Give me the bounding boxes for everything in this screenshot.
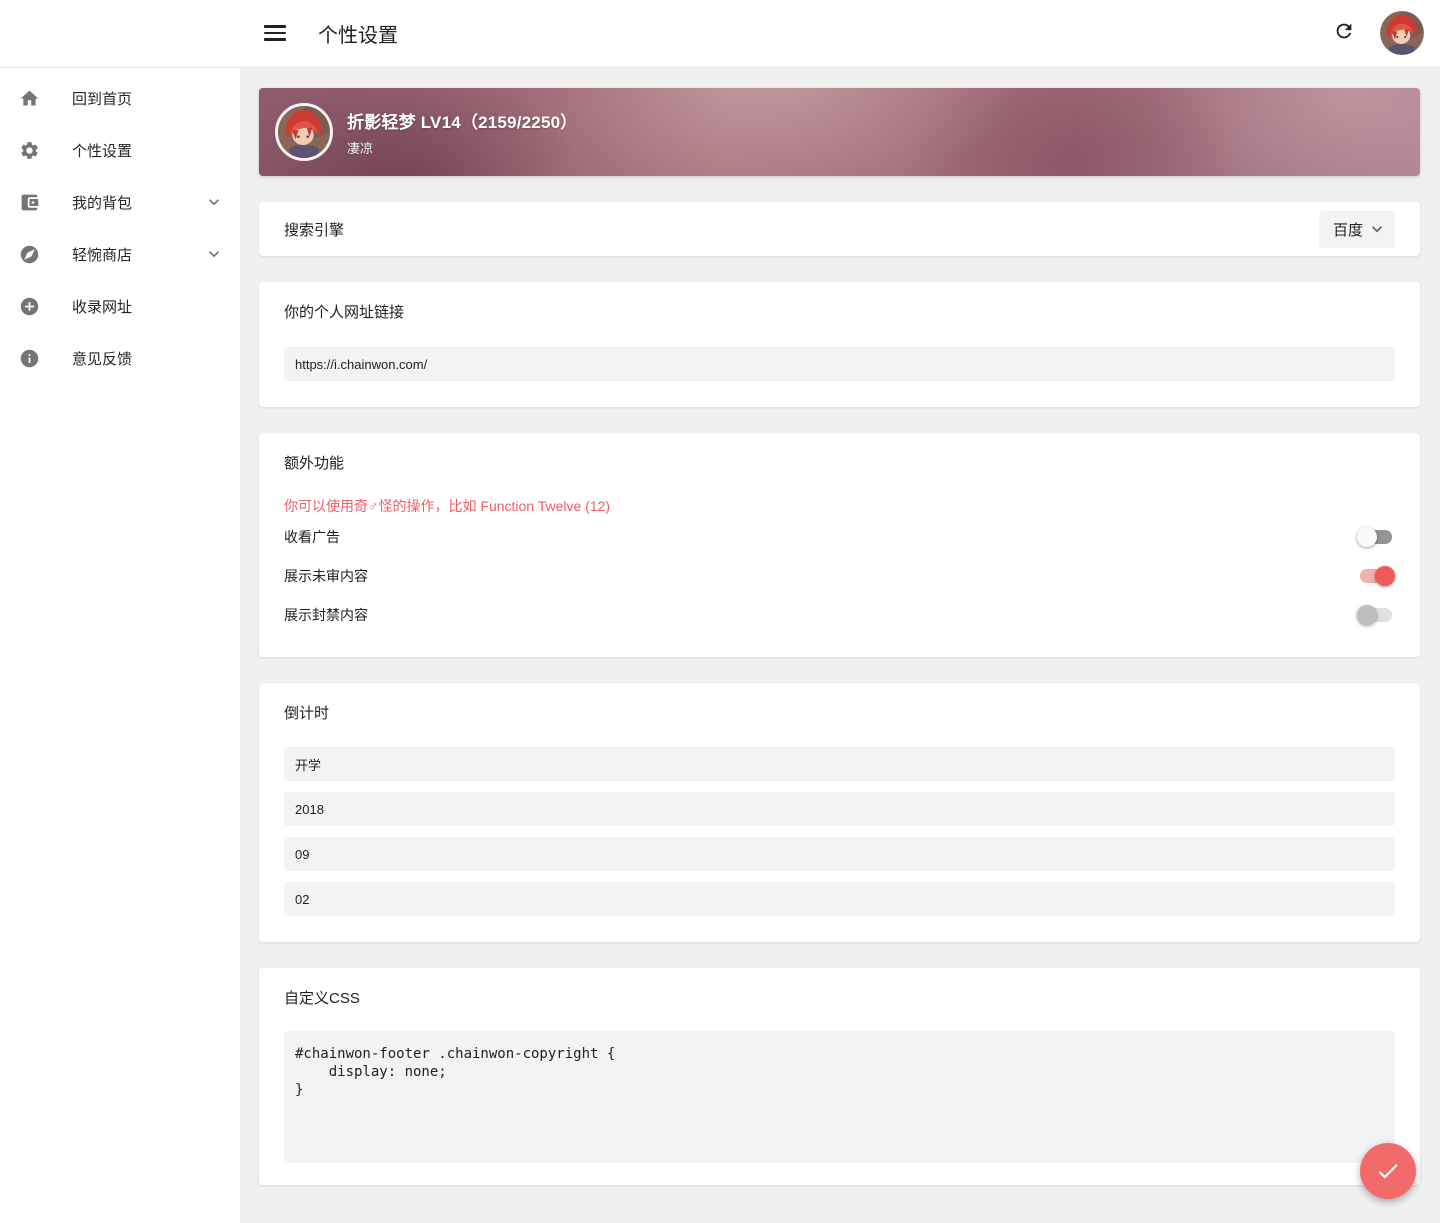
- search-engine-card: 搜索引擎 百度: [259, 202, 1420, 256]
- custom-css-textarea[interactable]: #chainwon-footer .chainwon-copyright { d…: [284, 1031, 1395, 1163]
- sidebar: 回到首页 个性设置 我的背包 轻惋商店 收录网址 意: [0, 67, 240, 1223]
- add-circle-icon: [18, 295, 40, 317]
- home-icon: [18, 87, 40, 109]
- user-avatar[interactable]: [1380, 11, 1424, 55]
- toggle-label: 展示封禁内容: [284, 605, 368, 625]
- countdown-title: 倒计时: [284, 702, 1395, 723]
- profile-name-level: 折影轻梦 LV14（2159/2250）: [347, 108, 577, 133]
- page-title: 个性设置: [318, 19, 1326, 48]
- footer-copyright: Copyright © 2018 轻惋导航. All rights reserv…: [259, 1211, 1420, 1223]
- personal-url-input[interactable]: [284, 347, 1395, 381]
- toggle-label: 展示未审内容: [284, 566, 368, 586]
- sidebar-item-label: 收录网址: [72, 296, 224, 317]
- countdown-name-input[interactable]: [284, 747, 1395, 781]
- save-fab-button[interactable]: [1360, 1143, 1416, 1199]
- check-icon: [1375, 1158, 1401, 1184]
- sidebar-item-home[interactable]: 回到首页: [0, 72, 240, 124]
- toggle-row-unreviewed: 展示未审内容: [284, 558, 1395, 594]
- toggle-show-banned[interactable]: [1357, 605, 1395, 625]
- compass-icon: [18, 243, 40, 265]
- countdown-day-input[interactable]: [284, 882, 1395, 916]
- profile-subtitle: 凄凉: [347, 138, 577, 157]
- custom-css-title: 自定义CSS: [284, 987, 1395, 1008]
- sidebar-item-label: 回到首页: [72, 88, 224, 109]
- toggle-row-ads: 收看广告: [284, 519, 1395, 555]
- sidebar-item-backpack[interactable]: 我的背包: [0, 176, 240, 228]
- sidebar-item-label: 个性设置: [72, 140, 224, 161]
- sidebar-item-label: 轻惋商店: [72, 244, 204, 265]
- sidebar-item-label: 我的背包: [72, 192, 204, 213]
- sidebar-item-store[interactable]: 轻惋商店: [0, 228, 240, 280]
- avatar-image: [1380, 11, 1424, 55]
- app-header: 个性设置: [0, 0, 1440, 66]
- custom-css-card: 自定义CSS #chainwon-footer .chainwon-copyri…: [259, 968, 1420, 1185]
- custom-css-wrap: #chainwon-footer .chainwon-copyright { d…: [284, 1031, 1395, 1163]
- personal-url-label: 你的个人网址链接: [284, 301, 1395, 322]
- search-engine-label: 搜索引擎: [284, 219, 344, 240]
- extra-features-note: 你可以使用奇♂怪的操作，比如 Function Twelve (12): [284, 496, 1395, 516]
- search-engine-select[interactable]: 百度: [1319, 211, 1395, 248]
- refresh-button[interactable]: [1326, 15, 1362, 51]
- main-content: 折影轻梦 LV14（2159/2250） 凄凉 搜索引擎 百度 你的个人网址链接…: [240, 66, 1440, 1223]
- personal-url-card: 你的个人网址链接: [259, 282, 1420, 407]
- extra-features-title: 额外功能: [284, 452, 1395, 473]
- toggle-watch-ads[interactable]: [1357, 527, 1395, 547]
- countdown-card: 倒计时: [259, 683, 1420, 942]
- sidebar-item-label: 意见反馈: [72, 348, 224, 369]
- profile-texts: 折影轻梦 LV14（2159/2250） 凄凉: [347, 108, 577, 157]
- refresh-icon: [1333, 20, 1355, 47]
- sidebar-item-submit-url[interactable]: 收录网址: [0, 280, 240, 332]
- profile-avatar[interactable]: [275, 103, 333, 161]
- toggle-row-banned: 展示封禁内容: [284, 597, 1395, 633]
- avatar-image: [278, 106, 330, 158]
- countdown-month-input[interactable]: [284, 837, 1395, 871]
- countdown-year-input[interactable]: [284, 792, 1395, 826]
- sidebar-item-feedback[interactable]: 意见反馈: [0, 332, 240, 384]
- sidebar-item-settings[interactable]: 个性设置: [0, 124, 240, 176]
- profile-banner: 折影轻梦 LV14（2159/2250） 凄凉: [259, 88, 1420, 176]
- menu-icon[interactable]: [264, 25, 286, 41]
- chevron-down-icon: [1367, 219, 1387, 239]
- gear-icon: [18, 139, 40, 161]
- toggle-show-unreviewed[interactable]: [1357, 566, 1395, 586]
- toggle-label: 收看广告: [284, 527, 340, 547]
- chevron-down-icon: [204, 244, 224, 264]
- extra-features-card: 额外功能 你可以使用奇♂怪的操作，比如 Function Twelve (12)…: [259, 433, 1420, 657]
- chevron-down-icon: [204, 192, 224, 212]
- wallet-icon: [18, 191, 40, 213]
- info-icon: [18, 347, 40, 369]
- search-engine-selected: 百度: [1333, 219, 1363, 240]
